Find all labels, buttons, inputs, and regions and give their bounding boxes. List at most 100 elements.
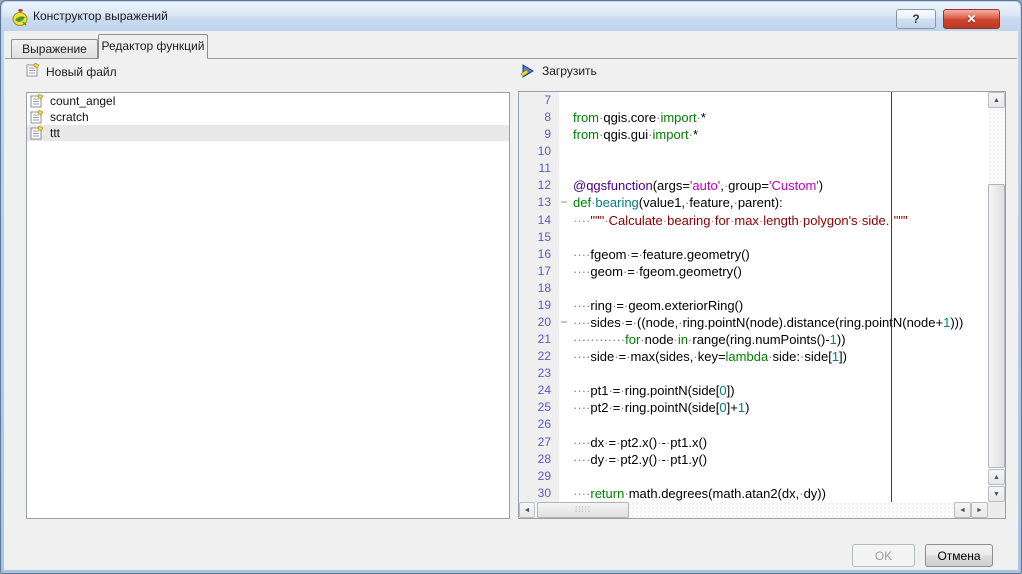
fold-marker[interactable]: − xyxy=(555,314,573,331)
hscroll-right-button[interactable]: ► xyxy=(971,502,988,518)
code-line[interactable]: 30····return·math.degrees(math.atan2(dx,… xyxy=(519,485,988,502)
code-editor[interactable]: 78from·qgis.core·import·*9from·qgis.gui·… xyxy=(518,91,1006,519)
whitespace-dot: · xyxy=(591,195,595,210)
close-button[interactable]: ✕ xyxy=(943,9,1000,29)
file-list-item[interactable]: scratch xyxy=(27,109,509,125)
fold-marker xyxy=(555,280,573,297)
vscroll-up-button[interactable]: ▲ xyxy=(988,92,1005,108)
code-line[interactable]: 19····ring·=·geom.exteriorRing() xyxy=(519,297,988,314)
code-line[interactable]: 10 xyxy=(519,143,988,160)
left-arrow-icon: ◄ xyxy=(524,507,531,514)
line-number: 23 xyxy=(519,365,555,382)
right-arrow-icon: ► xyxy=(976,507,983,514)
fold-marker xyxy=(555,126,573,143)
code-line[interactable]: 15 xyxy=(519,229,988,246)
tab-function-editor[interactable]: Редактор функций xyxy=(98,34,208,59)
code-line[interactable]: 21············for·node·in·range(ring.num… xyxy=(519,331,988,348)
qgis-app-icon xyxy=(11,8,29,26)
line-number: 17 xyxy=(519,263,555,280)
load-button[interactable]: Загрузить xyxy=(520,63,597,79)
code-text: ····pt1·=·ring.pointN(side[0]) xyxy=(573,382,735,399)
scrollbar-corner xyxy=(988,502,1005,518)
left-arrow-icon: ◄ xyxy=(959,507,966,514)
new-file-button[interactable]: Новый файл xyxy=(26,63,117,80)
code-line[interactable]: 17····geom·=·fgeom.geometry() xyxy=(519,263,988,280)
fold-marker xyxy=(555,143,573,160)
whitespace-dot: · xyxy=(799,486,803,501)
code-line[interactable]: 24 ····pt1·=·ring.pointN(side[0]) xyxy=(519,382,988,399)
file-list-item[interactable]: ttt xyxy=(27,125,509,141)
help-button[interactable]: ? xyxy=(896,9,936,29)
line-number: 25 xyxy=(519,399,555,416)
hscroll-thumb[interactable]: ⁞⁞⁞⁞⁞ xyxy=(537,502,629,518)
fold-marker xyxy=(555,416,573,433)
code-line[interactable]: 9from·qgis.gui·import·* xyxy=(519,126,988,143)
hscroll-left-button-2[interactable]: ◄ xyxy=(954,502,971,518)
hscroll-left-button[interactable]: ◄ xyxy=(519,502,535,518)
code-text: ····dy·=·pt2.y()·-·pt1.y() xyxy=(573,451,707,468)
line-number: 28 xyxy=(519,451,555,468)
whitespace-dot: · xyxy=(599,110,603,125)
code-line[interactable]: 7 xyxy=(519,92,988,109)
fold-marker xyxy=(555,177,573,194)
whitespace-dot: · xyxy=(586,486,590,501)
code-line[interactable]: 22····side·=·max(sides,·key=lambda·side:… xyxy=(519,348,988,365)
code-line[interactable]: 27····dx·=·pt2.x()·-·pt1.x() xyxy=(519,434,988,451)
vscroll-up-button-2[interactable]: ▲ xyxy=(988,469,1005,485)
code-line[interactable]: 16····fgeom·=·feature.geometry() xyxy=(519,246,988,263)
whitespace-dot: · xyxy=(688,332,692,347)
line-number: 24 xyxy=(519,382,555,399)
code-line[interactable]: 12@qgsfunction(args='auto',·group='Custo… xyxy=(519,177,988,194)
fold-marker xyxy=(555,92,573,109)
function-file-list[interactable]: count_angel scratch ttt xyxy=(26,92,510,519)
code-line[interactable]: 13−def·bearing(value1,·feature,·parent): xyxy=(519,194,988,211)
code-text: ····pt2·=·ring.pointN(side[0]+1) xyxy=(573,399,749,416)
whitespace-dot: · xyxy=(657,452,661,467)
new-file-label: Новый файл xyxy=(46,65,117,79)
whitespace-dot: · xyxy=(626,349,630,364)
tab-expression[interactable]: Выражение xyxy=(11,39,98,59)
window-title: Конструктор выражений xyxy=(33,9,168,23)
whitespace-dot: · xyxy=(635,264,639,279)
fold-marker[interactable]: − xyxy=(555,194,573,211)
file-name: ttt xyxy=(50,126,60,140)
whitespace-dot: · xyxy=(724,178,728,193)
code-line[interactable]: 25 ····pt2·=·ring.pointN(side[0]+1) xyxy=(519,399,988,416)
code-line[interactable]: 11 xyxy=(519,160,988,177)
code-line[interactable]: 23 xyxy=(519,365,988,382)
line-number: 7 xyxy=(519,92,555,109)
vscroll-down-button[interactable]: ▼ xyxy=(988,486,1005,502)
vscroll-thumb[interactable] xyxy=(988,184,1005,468)
whitespace-dot: · xyxy=(800,349,804,364)
file-list-item[interactable]: count_angel xyxy=(27,93,509,109)
code-line[interactable]: 28 ····dy·=·pt2.y()·-·pt1.y() xyxy=(519,451,988,468)
ok-button[interactable]: OK xyxy=(852,544,915,567)
up-arrow-icon: ▲ xyxy=(993,474,1000,481)
whitespace-dot: · xyxy=(586,315,590,330)
line-number: 15 xyxy=(519,229,555,246)
code-line[interactable]: 18 xyxy=(519,280,988,297)
whitespace-dot: · xyxy=(759,213,763,228)
code-text: ············for·node·in·range(ring.numPo… xyxy=(573,331,846,348)
file-icon xyxy=(26,63,40,77)
whitespace-dot: · xyxy=(689,127,693,142)
title-bar[interactable]: Конструктор выражений ? ✕ xyxy=(2,2,1020,31)
code-line[interactable]: 26 xyxy=(519,416,988,433)
code-line[interactable]: 29 xyxy=(519,468,988,485)
code-line[interactable]: 8from·qgis.core·import·* xyxy=(519,109,988,126)
whitespace-dot: · xyxy=(586,247,590,262)
code-text: ····ring·=·geom.exteriorRing() xyxy=(573,297,743,314)
whitespace-dot: · xyxy=(697,110,701,125)
load-label: Загрузить xyxy=(542,64,597,78)
line-number: 26 xyxy=(519,416,555,433)
whitespace-dot: · xyxy=(621,315,625,330)
cancel-button[interactable]: Отмена xyxy=(925,544,993,567)
code-line[interactable]: 20−····sides·=·((node,·ring.pointN(node)… xyxy=(519,314,988,331)
code-line[interactable]: 14····"""·Calculate·bearing·for·max·leng… xyxy=(519,212,988,229)
code-lines[interactable]: 78from·qgis.core·import·*9from·qgis.gui·… xyxy=(519,92,988,502)
code-text: @qgsfunction(args='auto',·group='Custom'… xyxy=(573,177,823,194)
line-number: 14 xyxy=(519,212,555,229)
whitespace-dot: · xyxy=(586,298,590,313)
fold-marker xyxy=(555,246,573,263)
up-arrow-icon: ▲ xyxy=(993,97,1000,104)
